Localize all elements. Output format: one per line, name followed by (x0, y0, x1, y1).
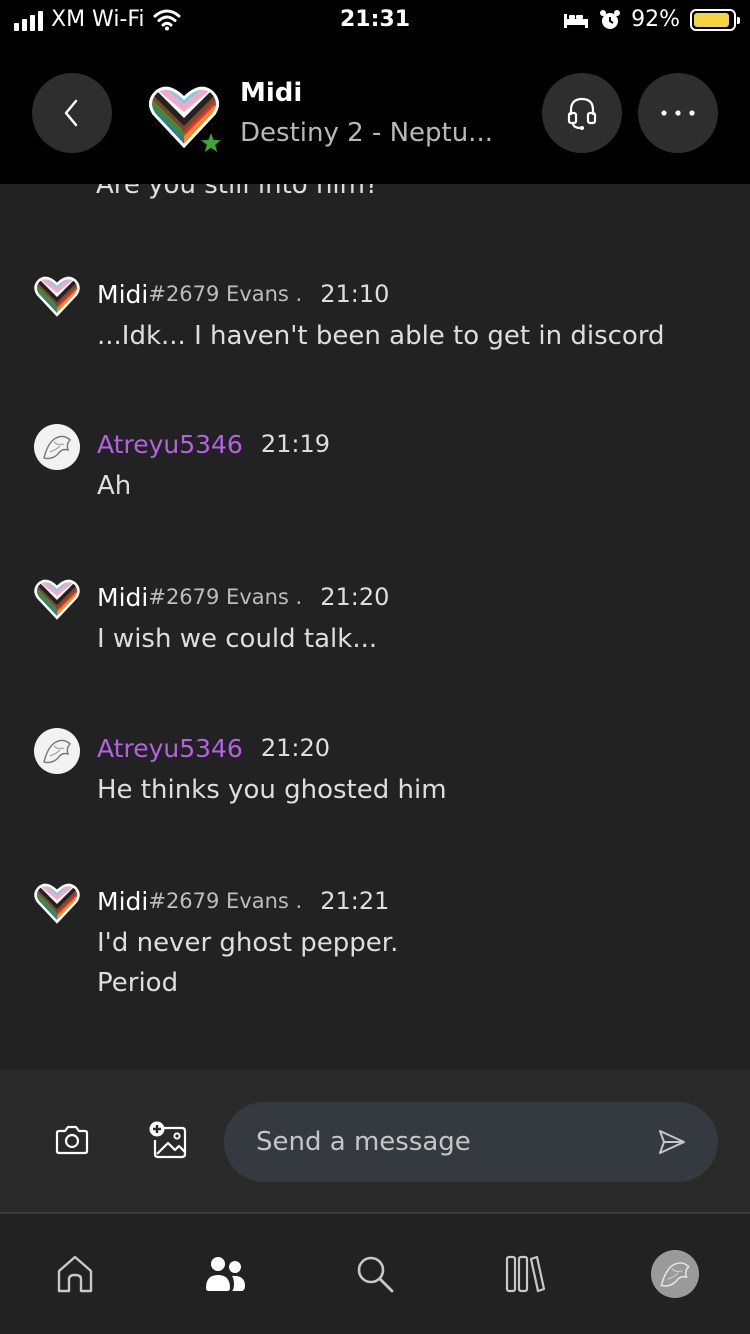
tab-social[interactable] (197, 1246, 253, 1302)
contact-name[interactable]: Midi (240, 78, 302, 108)
midi-avatar[interactable] (34, 881, 80, 927)
message-text: I wish we could talk... (97, 619, 377, 659)
more-options-button[interactable] (638, 73, 718, 153)
sketch-avatar-image (651, 1250, 699, 1298)
message-meta: Atreyu5346 21:20 (97, 728, 330, 768)
message-text-partial: Are you still into him? (96, 184, 379, 200)
message-author[interactable]: Midi (97, 887, 148, 916)
library-icon (505, 1255, 546, 1293)
heart-avatar-image (34, 577, 80, 623)
chat-header: Midi Destiny 2 - Neptu... (0, 42, 750, 184)
online-status-icon (201, 133, 221, 152)
message-line: ...Idk... I haven't been able to get in … (97, 321, 665, 351)
gamertag-suffix: #2679 Evans . (148, 889, 303, 913)
message-line: I wish we could talk... (97, 624, 378, 654)
message-composer (0, 1070, 750, 1212)
alarm-icon (600, 9, 621, 29)
send-button[interactable] (648, 1118, 696, 1166)
tab-profile[interactable] (647, 1246, 703, 1302)
heart-avatar-image (34, 274, 80, 320)
people-icon (206, 1257, 245, 1291)
message-author[interactable]: Midi (97, 583, 148, 612)
message-line: I'd never ghost pepper. (97, 928, 399, 958)
camera-button[interactable] (48, 1116, 96, 1164)
message-author[interactable]: Atreyu5346 (97, 734, 243, 763)
atreyu-avatar[interactable] (34, 424, 80, 470)
contact-activity: Destiny 2 - Neptu... (240, 118, 493, 148)
message-meta: Midi #2679 Evans . 21:10 (97, 274, 389, 314)
message-time: 21:20 (260, 734, 331, 762)
camera-icon (55, 1125, 89, 1155)
bottom-tab-bar (0, 1214, 750, 1334)
status-bar-right: 92% (563, 7, 740, 32)
message-time: 21:10 (320, 280, 390, 308)
tab-home[interactable] (47, 1246, 103, 1302)
message-time: 21:21 (320, 887, 390, 915)
send-icon (659, 1130, 685, 1154)
chevron-left-icon (64, 99, 78, 127)
tab-search[interactable] (347, 1246, 403, 1302)
profile-avatar (651, 1250, 699, 1298)
gamertag-suffix: #2679 Evans . (148, 282, 303, 306)
sketch-avatar-image (34, 424, 80, 470)
message-text: ...Idk... I haven't been able to get in … (97, 316, 665, 356)
battery-percent: 92% (631, 7, 680, 32)
message-text: He thinks you ghosted him (97, 770, 447, 810)
midi-avatar[interactable] (34, 577, 80, 623)
sketch-avatar-image (34, 728, 80, 774)
battery-icon (690, 8, 740, 31)
message-meta: Midi #2679 Evans . 21:20 (97, 577, 389, 617)
more-icon (661, 110, 695, 116)
search-icon (357, 1256, 394, 1293)
message-time: 21:19 (260, 430, 331, 458)
message-meta: Atreyu5346 21:19 (97, 424, 330, 464)
home-icon (57, 1255, 93, 1293)
bed-icon (564, 13, 589, 28)
message-author[interactable]: Atreyu5346 (97, 430, 243, 459)
heart-avatar-image (34, 881, 80, 927)
atreyu-avatar[interactable] (34, 728, 80, 774)
add-image-icon (149, 1121, 187, 1159)
party-chat-button[interactable] (542, 73, 622, 153)
back-button[interactable] (32, 73, 112, 153)
message-input-container (224, 1102, 718, 1182)
message-line: Period (97, 968, 179, 998)
message-meta: Midi #2679 Evans . 21:21 (97, 881, 389, 921)
message-list[interactable]: Are you still into him? Midi #2679 Evans… (0, 184, 750, 1070)
message-author[interactable]: Midi (97, 280, 148, 309)
message-line: He thinks you ghosted him (97, 775, 447, 805)
status-bar: XM Wi-Fi 21:31 92% (0, 0, 750, 42)
message-time: 21:20 (320, 583, 390, 611)
message-text: I'd never ghost pepper. Period (97, 923, 398, 1003)
message-line: Ah (97, 471, 132, 501)
gamertag-suffix: #2679 Evans . (148, 585, 303, 609)
midi-avatar[interactable] (34, 274, 80, 320)
battery-fill (694, 12, 729, 27)
tab-library[interactable] (497, 1246, 553, 1302)
add-image-button[interactable] (144, 1116, 192, 1164)
message-input[interactable] (224, 1102, 654, 1182)
message-text: Ah (97, 466, 131, 506)
headset-icon (567, 97, 597, 130)
